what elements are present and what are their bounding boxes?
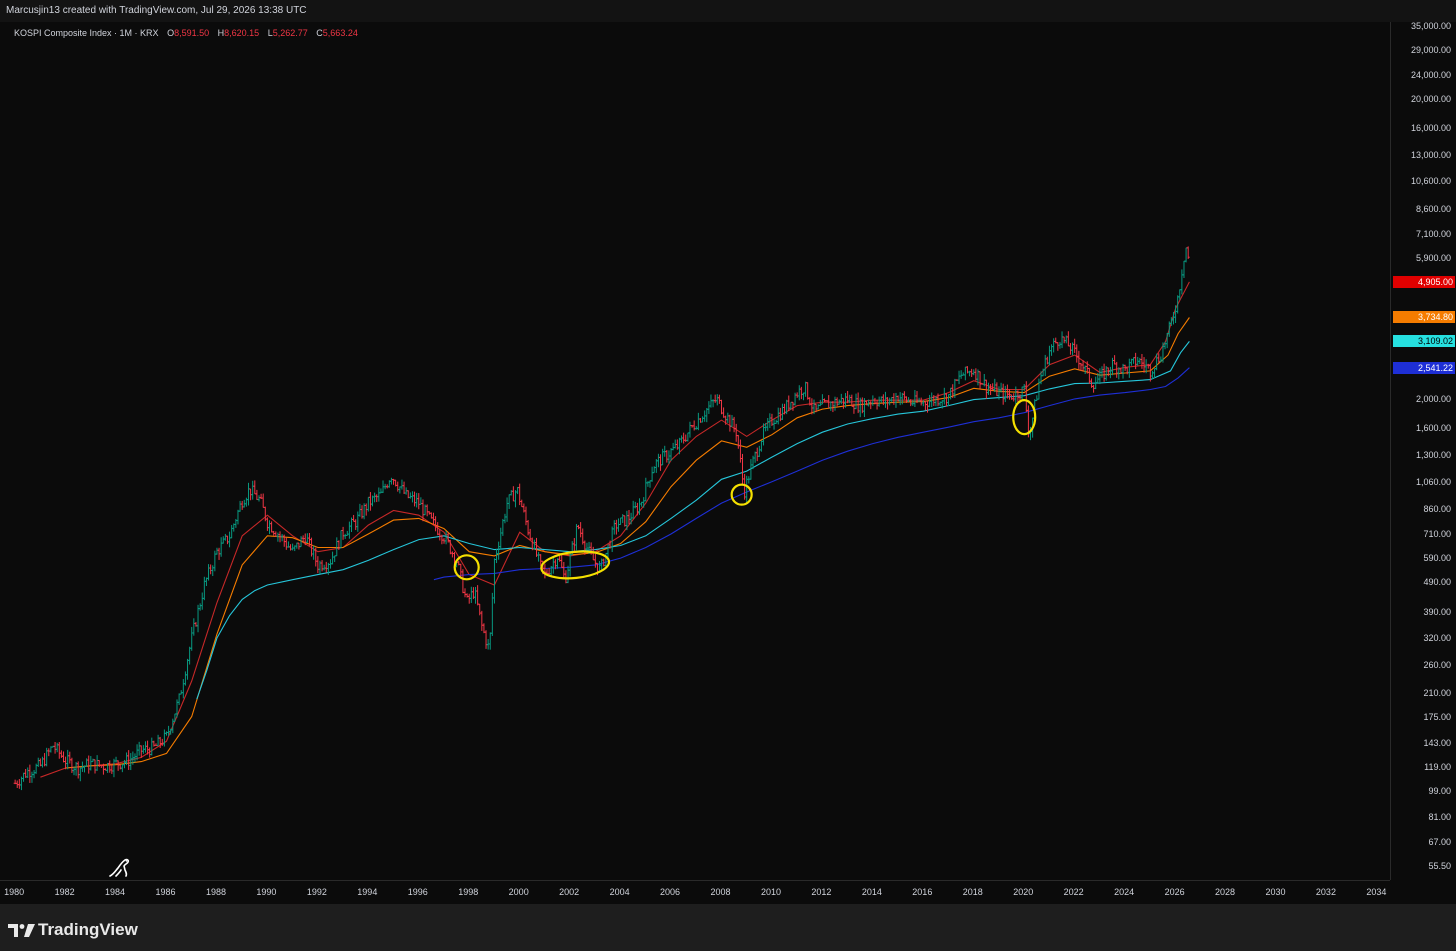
highlight-annotation-1 (453, 554, 480, 581)
time-tick-label: 2024 (1114, 887, 1135, 897)
price-tick-label: 35,000.00 (1410, 20, 1451, 31)
price-tick-label: 29,000.00 (1410, 45, 1451, 56)
time-tick-label: 1996 (407, 887, 428, 897)
price-tick-label: 10,600.00 (1410, 176, 1451, 187)
ma-value-badge: 3,734.80 (1393, 311, 1455, 324)
time-tick-label: 1998 (458, 887, 479, 897)
time-tick-label: 1980 (4, 887, 25, 897)
time-tick-label: 2014 (861, 887, 882, 897)
price-tick-label: 55.50 (1428, 861, 1451, 872)
time-tick-label: 1990 (256, 887, 277, 897)
time-tick-label: 2030 (1265, 887, 1286, 897)
price-tick-label: 1,600.00 (1415, 423, 1451, 434)
price-tick-label: 320.00 (1423, 632, 1451, 643)
time-tick-label: 2032 (1315, 887, 1336, 897)
tradingview-logo-icon[interactable] (8, 922, 36, 938)
price-tick-label: 260.00 (1423, 659, 1451, 670)
time-tick-label: 2002 (559, 887, 580, 897)
time-tick-label: 1988 (205, 887, 226, 897)
time-tick-label: 1986 (155, 887, 176, 897)
price-axis[interactable]: 35,000.00 29,000.00 24,000.00 20,000.00 16,0… (1390, 20, 1456, 880)
time-tick-label: 2028 (1215, 887, 1236, 897)
time-tick-label: 2020 (1013, 887, 1034, 897)
time-tick-label: 2000 (508, 887, 529, 897)
time-tick-label: 1994 (357, 887, 378, 897)
price-tick-label: 1,060.00 (1415, 476, 1451, 487)
price-tick-label: 175.00 (1423, 711, 1451, 722)
price-tick-label: 390.00 (1423, 607, 1451, 618)
chart-svg[interactable] (0, 0, 1456, 951)
dinosaur-icon[interactable] (108, 856, 134, 878)
price-tick-label: 5,900.00 (1415, 252, 1451, 263)
time-tick-label: 1982 (54, 887, 75, 897)
time-tick-label: 2010 (760, 887, 781, 897)
price-tick-label: 67.00 (1428, 836, 1451, 847)
legend-close-value: 5,663.24 (322, 28, 358, 38)
time-tick-label: 2006 (660, 887, 681, 897)
price-tick-label: 143.00 (1423, 737, 1451, 748)
price-tick-label: 81.00 (1428, 812, 1451, 823)
time-tick-label: 2026 (1164, 887, 1185, 897)
time-tick-label: 2034 (1366, 887, 1387, 897)
price-tick-label: 210.00 (1423, 687, 1451, 698)
legend-symbol[interactable]: KOSPI Composite Index · 1M · KRX (14, 28, 159, 38)
legend-open-value: 8,591.50 (174, 28, 210, 38)
time-tick-label: 2012 (811, 887, 832, 897)
legend-low-value: 5,262.77 (272, 28, 308, 38)
footer-brand[interactable]: TradingView (38, 920, 138, 940)
price-tick-label: 1,300.00 (1415, 450, 1451, 461)
price-tick-label: 16,000.00 (1410, 122, 1451, 133)
price-tick-label: 590.00 (1423, 553, 1451, 564)
price-tick-label: 2,000.00 (1415, 393, 1451, 404)
symbol-legend: KOSPI Composite Index · 1M · KRX O8,591.… (14, 28, 358, 38)
price-tick-label: 24,000.00 (1410, 69, 1451, 80)
price-tick-label: 119.00 (1424, 761, 1451, 772)
price-tick-label: 13,000.00 (1410, 149, 1451, 160)
price-tick-label: 99.00 (1428, 785, 1451, 796)
price-tick-label: 8,600.00 (1415, 203, 1451, 214)
time-axis[interactable]: 1980 1982 1984 1986 1988 1990 1992 1994 1996 1998… (0, 880, 1390, 905)
legend-high-value: 8,620.15 (224, 28, 260, 38)
time-tick-label: 1992 (306, 887, 327, 897)
price-tick-label: 20,000.00 (1410, 93, 1451, 104)
moving-average-line-1 (40, 281, 1190, 778)
time-tick-label: 2018 (962, 887, 983, 897)
time-tick-label: 2016 (912, 887, 933, 897)
price-tick-label: 490.00 (1423, 577, 1451, 588)
ma-value-badge: 3,109.02 (1393, 335, 1455, 348)
time-tick-label: 2008 (710, 887, 731, 897)
highlight-annotation-4 (1012, 398, 1037, 436)
time-tick-label: 1984 (105, 887, 126, 897)
time-tick-label: 2022 (1063, 887, 1084, 897)
ma-value-badge: 4,905.00 (1393, 275, 1455, 288)
price-tick-label: 7,100.00 (1415, 228, 1451, 239)
ma-value-badge: 2,541.22 (1393, 361, 1455, 374)
footer-bar: TradingView (0, 904, 1456, 951)
price-tick-label: 710.00 (1423, 528, 1451, 539)
time-tick-label: 2004 (609, 887, 630, 897)
price-tick-label: 860.00 (1423, 503, 1451, 514)
